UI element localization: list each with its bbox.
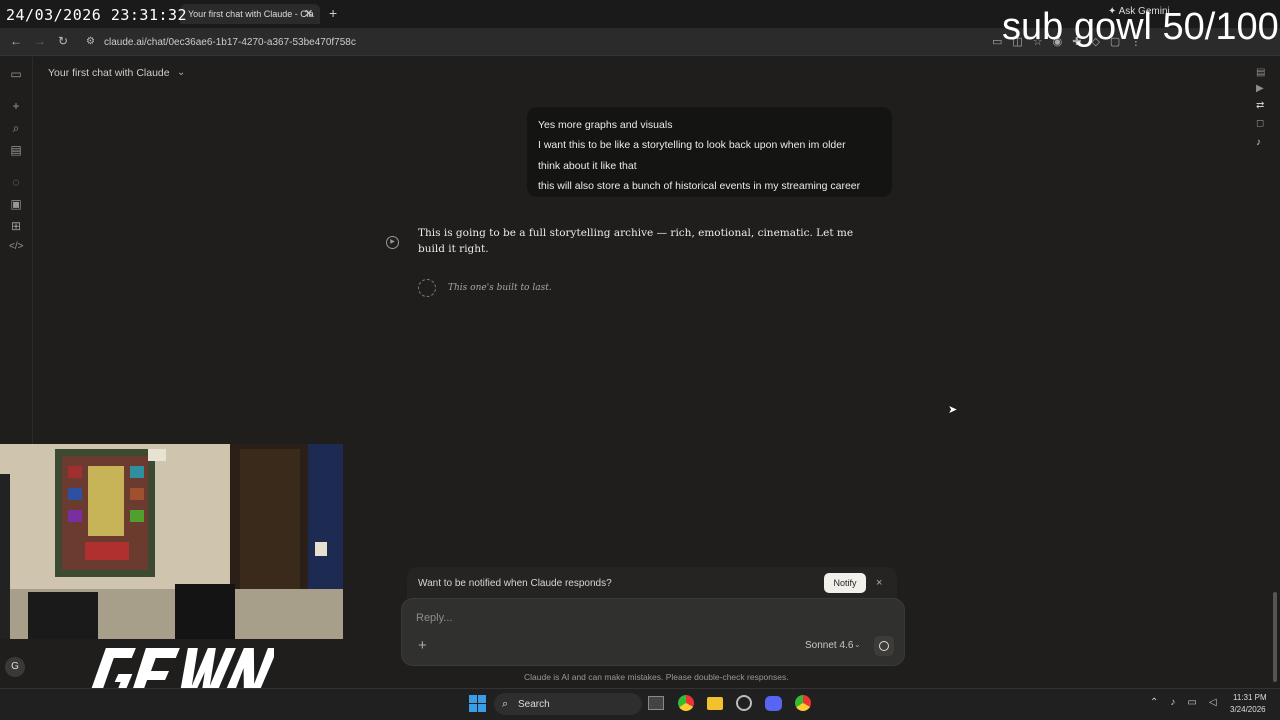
user-message-line: think about it like that: [538, 159, 637, 172]
document-icon[interactable]: ▤: [1256, 67, 1265, 78]
scrollbar[interactable]: [1273, 592, 1277, 682]
back-icon[interactable]: ←: [10, 34, 22, 48]
notify-button[interactable]: Notify: [824, 573, 866, 593]
clock-time[interactable]: 11:31 PM: [1233, 693, 1267, 702]
chrome-icon[interactable]: [795, 695, 811, 711]
forward-icon[interactable]: →: [34, 34, 46, 48]
search-icon: ⌕: [502, 698, 509, 710]
windows-start-icon[interactable]: [469, 695, 486, 712]
disclaimer: Claude is AI and can make mistakes. Plea…: [524, 672, 789, 682]
stream-timestamp: 24/03/2026 23:31:32: [6, 6, 188, 24]
close-icon[interactable]: ×: [876, 577, 882, 589]
chevron-down-icon[interactable]: ⌄: [854, 640, 861, 649]
mouse-cursor-icon: ➤: [948, 404, 958, 416]
file-explorer-icon[interactable]: [707, 697, 723, 710]
notify-text: Want to be notified when Claude responds…: [418, 578, 612, 589]
add-attachment-icon[interactable]: +: [418, 637, 427, 654]
search-icon[interactable]: ⌕: [9, 121, 23, 136]
user-message: Yes more graphs and visuals I want this …: [527, 107, 892, 197]
reload-icon[interactable]: ↻: [58, 34, 68, 48]
status-text: This one's built to last.: [448, 283, 552, 293]
taskbar-search-label: Search: [518, 699, 550, 710]
taskbar-search[interactable]: [494, 693, 642, 715]
clock-date[interactable]: 3/24/2026: [1230, 705, 1266, 714]
new-tab-icon[interactable]: +: [329, 5, 337, 21]
app-icon[interactable]: [736, 695, 752, 711]
user-message-line: this will also store a bunch of historic…: [538, 179, 861, 192]
artifacts-icon[interactable]: ▣: [9, 197, 23, 211]
voice-icon: [879, 641, 889, 651]
webcam-feed: [0, 444, 343, 639]
system-tray-icons[interactable]: ⌃♪▭◁: [1150, 697, 1229, 708]
model-selector[interactable]: Sonnet 4.6: [805, 640, 853, 651]
play-icon[interactable]: ▶: [1256, 83, 1264, 94]
tab-title: Your first chat with Claude - Cla: [188, 9, 314, 19]
comment-icon[interactable]: ◻: [1256, 118, 1264, 129]
avatar[interactable]: G: [5, 657, 25, 677]
code-icon[interactable]: </>: [9, 241, 23, 252]
chats-icon[interactable]: ◌: [9, 175, 23, 189]
tab-close-icon[interactable]: ✕: [304, 7, 313, 20]
user-message-line: I want this to be like a storytelling to…: [538, 139, 846, 152]
reply-composer: [401, 598, 905, 666]
chevron-down-icon[interactable]: ⌄: [177, 67, 185, 78]
new-chat-icon[interactable]: +: [9, 99, 23, 113]
sidebar: [0, 57, 33, 447]
chrome-icon[interactable]: [678, 695, 694, 711]
user-message-line: Yes more graphs and visuals: [538, 119, 673, 131]
assistant-message: This is going to be a full storytelling …: [418, 227, 854, 255]
webcam-scene: [0, 444, 343, 639]
chat-title[interactable]: Your first chat with Claude: [48, 67, 170, 79]
url-field[interactable]: claude.ai/chat/0ec36ae6-1b17-4270-a367-5…: [104, 37, 356, 48]
browser-tab[interactable]: Your first chat with Claude - Cla: [180, 4, 320, 24]
sidebar-toggle-icon[interactable]: ▭: [9, 67, 23, 81]
discord-icon[interactable]: [765, 696, 782, 711]
share-icon[interactable]: ⇄: [1256, 100, 1264, 111]
site-info-icon[interactable]: ⚙: [86, 36, 95, 47]
loading-spinner-icon: [418, 279, 436, 297]
projects-icon[interactable]: ▤: [9, 143, 23, 157]
apps-icon[interactable]: ⊞: [9, 219, 23, 233]
task-view-icon[interactable]: [648, 696, 664, 710]
stream-goal-counter: sub gowl 50/100: [1002, 6, 1279, 48]
microphone-icon[interactable]: ♪: [1256, 137, 1261, 148]
reply-input[interactable]: [416, 612, 796, 624]
play-icon[interactable]: ▶: [386, 236, 399, 249]
